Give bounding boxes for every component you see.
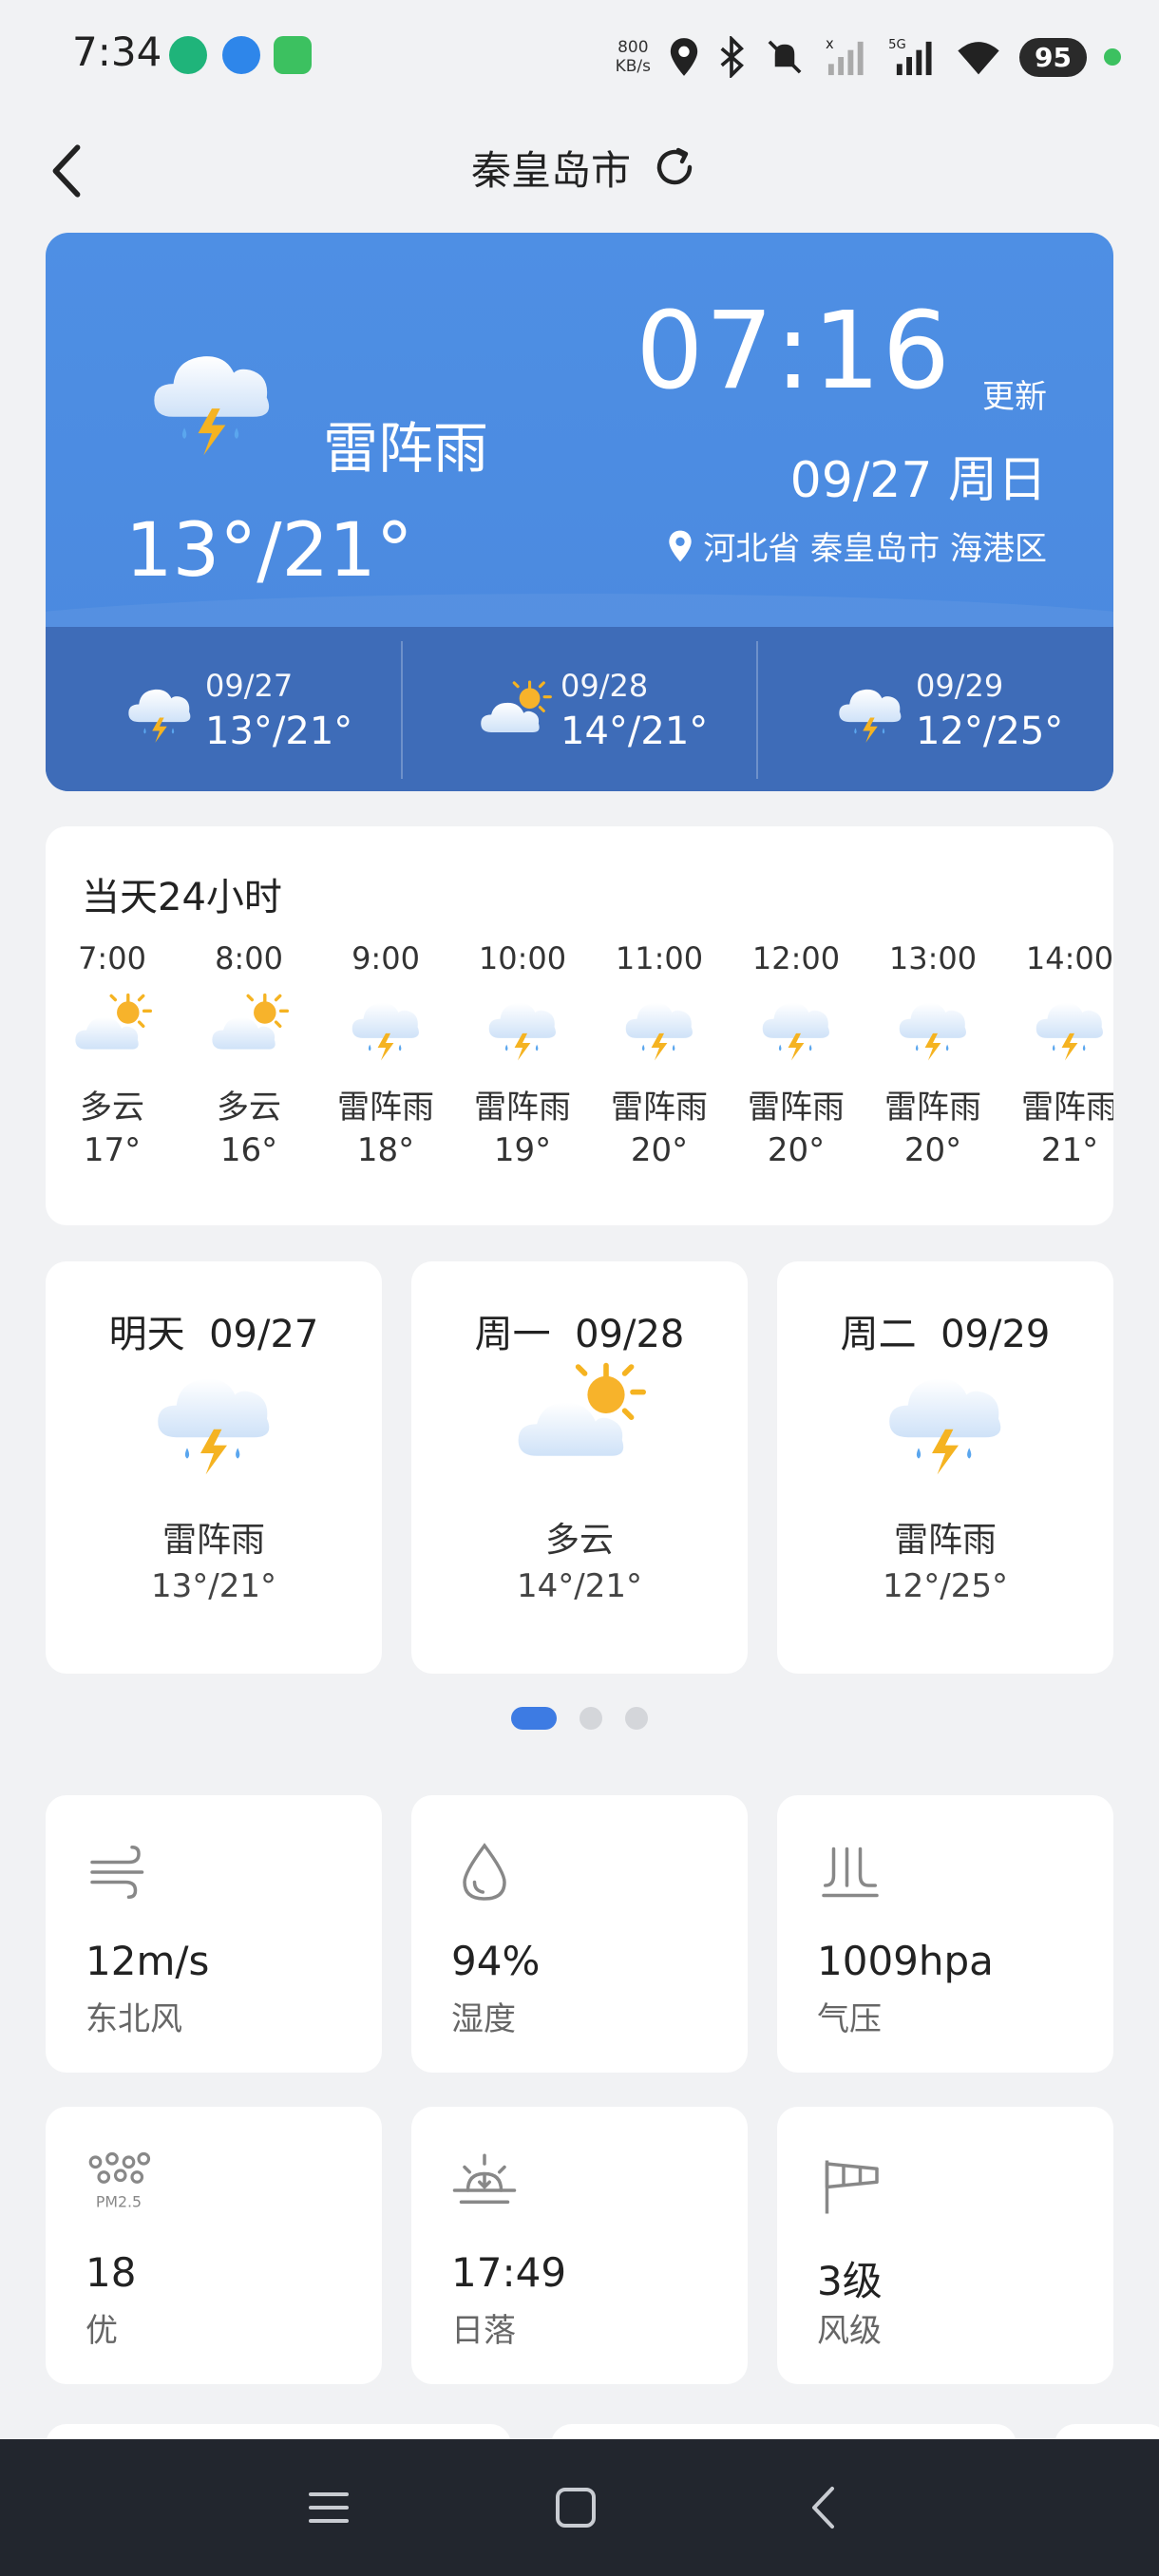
detail-card-humidity: 94% 湿度 (411, 1795, 748, 2073)
net-speed: 800 KB/s (615, 38, 652, 76)
partly-cloudy-icon (209, 988, 289, 1068)
location-icon (670, 38, 698, 76)
daily-temp-range: 13°/21° (151, 1567, 276, 1605)
thunderstorm-icon (483, 988, 562, 1068)
daily-header: 周一 09/28 (474, 1313, 685, 1356)
hour-item: 11:00 雷阵雨 20° (611, 940, 708, 1169)
daily-condition: 雷阵雨 (162, 1521, 265, 1560)
page-dot[interactable] (580, 1707, 602, 1730)
menu-icon (309, 2492, 349, 2523)
status-time: 7:34 (72, 28, 162, 75)
nav-back-button[interactable] (788, 2473, 857, 2542)
hour-item: 14:00 雷阵雨 21° (1021, 940, 1113, 1169)
mute-icon (768, 40, 802, 74)
daily-card[interactable]: 周二 09/29 雷阵雨 12°/25° (777, 1261, 1113, 1674)
forecast-day-2: 09/28 14°/21° (401, 641, 756, 779)
partly-cloudy-icon (72, 988, 152, 1068)
thunderstorm-icon (147, 1358, 280, 1482)
chevron-left-icon (812, 2487, 834, 2529)
partly-cloudy-icon (513, 1358, 646, 1482)
detail-card-wind: 12m/s 东北风 (46, 1795, 382, 2073)
daily-header: 明天 09/27 (108, 1313, 319, 1356)
page-title: 秦皇岛市 (470, 147, 631, 194)
partly-cloudy-icon (477, 679, 553, 746)
svg-text:5G: 5G (888, 38, 906, 52)
daily-card[interactable]: 周一 09/28 多云 14°/21° (411, 1261, 748, 1674)
current-condition: 雷阵雨 (323, 416, 489, 481)
location-pin-icon (669, 530, 693, 561)
home-square-icon (556, 2488, 596, 2528)
thunderstorm-icon (619, 988, 699, 1068)
detail-card-wind-level: 3级 风级 (777, 2107, 1113, 2384)
page-indicator[interactable] (0, 1707, 1159, 1732)
thunderstorm-icon (879, 1358, 1012, 1482)
windsock-icon (825, 2160, 879, 2214)
menu-button[interactable] (294, 2473, 363, 2542)
update-label: 更新 (982, 378, 1047, 416)
current-date: 09/27 周日 (789, 452, 1047, 509)
thunderstorm-icon (1030, 988, 1110, 1068)
pm25-icon: PM2.5 (88, 2151, 151, 2211)
forecast-day-3: 09/29 12°/25° (756, 641, 1112, 779)
detail-card-sunset: 17:49 日落 (411, 2107, 748, 2384)
daily-temp-range: 14°/21° (517, 1567, 642, 1605)
refresh-button[interactable] (652, 144, 697, 190)
svg-text:PM2.5: PM2.5 (96, 2193, 142, 2211)
signal-5g-icon: 5G (888, 38, 932, 76)
home-button[interactable] (542, 2473, 610, 2542)
daily-condition: 雷阵雨 (893, 1521, 997, 1560)
thunderstorm-icon (756, 988, 836, 1068)
current-weather-card: 雷阵雨 13°/21° 07:16 更新 09/27 周日 河北省 秦皇岛市 海… (46, 233, 1113, 791)
system-nav-bar (0, 2439, 1159, 2576)
daily-condition: 多云 (544, 1521, 614, 1560)
detail-card-pressure: 1009hpa 气压 (777, 1795, 1113, 2073)
app-notification-icon (169, 36, 207, 74)
page-dot-active[interactable] (511, 1707, 557, 1730)
humidity-icon (463, 1843, 506, 1901)
signal-sim1-icon: x (826, 36, 864, 76)
hour-item: 12:00 雷阵雨 20° (748, 940, 845, 1169)
thunderstorm-icon (122, 679, 198, 746)
wind-icon (90, 1846, 144, 1899)
android-notification-icon (274, 36, 312, 74)
thunderstorm-icon (141, 337, 283, 461)
thunderstorm-icon (832, 679, 908, 746)
hour-item: 8:00 多云 16° (180, 940, 317, 1169)
thunderstorm-icon (346, 988, 426, 1068)
detail-card-air-quality: PM2.5 18 优 (46, 2107, 382, 2384)
hour-item: 9:00 雷阵雨 18° (337, 940, 434, 1169)
wifi-icon (958, 42, 999, 75)
hour-item: 13:00 雷阵雨 20° (884, 940, 981, 1169)
hourly-forecast-card[interactable]: 当天24小时 7:00 多云 17° 8:00 多云 16° 9:00 雷阵雨 … (46, 826, 1113, 1225)
daily-temp-range: 12°/25° (883, 1567, 1008, 1605)
update-time: 07:16 (636, 290, 952, 413)
current-temp-range: 13°/21° (125, 508, 413, 594)
thunderstorm-icon (893, 988, 973, 1068)
battery-indicator: 95 (1019, 37, 1087, 77)
browser-notification-icon (222, 36, 260, 74)
status-bar: 7:34 800 KB/s x 5G 95 (0, 0, 1159, 114)
hourly-title: 当天24小时 (82, 876, 282, 919)
pressure-icon (822, 1847, 879, 1898)
page-dot[interactable] (625, 1707, 648, 1730)
daily-card[interactable]: 明天 09/27 雷阵雨 13°/21° (46, 1261, 382, 1674)
bluetooth-icon (720, 36, 744, 78)
hour-item: 10:00 雷阵雨 19° (474, 940, 571, 1169)
hour-item: 7:00 多云 17° (46, 940, 180, 1169)
sunset-icon (452, 2153, 517, 2204)
location: 河北省 秦皇岛市 海港区 (667, 522, 1047, 569)
daily-header: 周二 09/29 (840, 1313, 1051, 1356)
privacy-indicator-dot (1104, 48, 1121, 66)
svg-text:x: x (826, 36, 834, 52)
forecast-day-1: 09/27 13°/21° (46, 641, 401, 779)
